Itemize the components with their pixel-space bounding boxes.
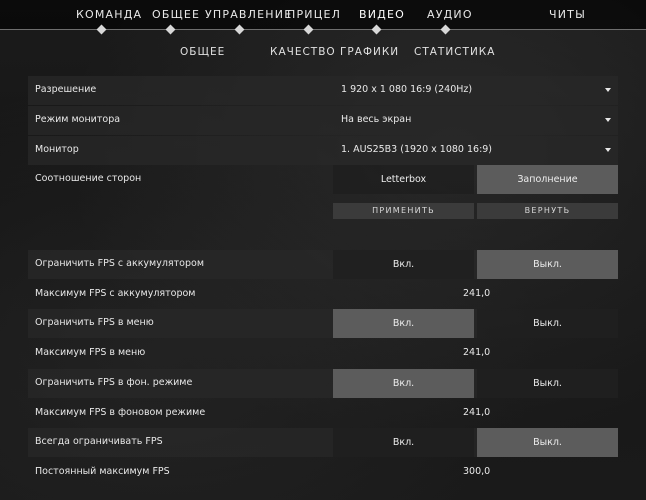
- fps-menu-limit-on[interactable]: Вкл.: [333, 309, 474, 338]
- fps-menu-max-row: Максимум FPS в меню 241,0: [28, 339, 618, 368]
- tab-general[interactable]: ОБЩЕЕ: [152, 8, 200, 21]
- fps-battery-max-row: Максимум FPS с аккумулятором 241,0: [28, 280, 618, 309]
- fps-bg-limit-label: Ограничить FPS в фон. режиме: [35, 377, 193, 388]
- chevron-down-icon: [605, 118, 611, 122]
- fps-always-max-label: Постоянный максимум FPS: [35, 466, 170, 477]
- monitor-row: Монитор 1. AUS25B3 (1920 x 1080 16:9): [28, 136, 618, 165]
- fps-battery-max-label: Максимум FPS с аккумулятором: [35, 288, 196, 299]
- revert-button[interactable]: ВЕРНУТЬ: [477, 203, 618, 219]
- tab-video[interactable]: ВИДЕО: [359, 8, 405, 21]
- resolution-value: 1 920 x 1 080 16:9 (240Hz): [341, 84, 473, 95]
- fps-always-limit-on[interactable]: Вкл.: [333, 428, 474, 457]
- fps-menu-max-label: Максимум FPS в меню: [35, 347, 146, 358]
- fps-menu-limit-row: Ограничить FPS в меню Вкл. Выкл.: [28, 309, 618, 338]
- fps-battery-limit-label: Ограничить FPS с аккумулятором: [35, 258, 204, 269]
- fps-bg-max-label: Максимум FPS в фоновом режиме: [35, 407, 206, 418]
- fps-always-limit-label: Всегда ограничивать FPS: [35, 436, 163, 447]
- chevron-down-icon: [605, 148, 611, 152]
- subtab-graphics-quality[interactable]: КАЧЕСТВО ГРАФИКИ: [270, 46, 399, 58]
- tab-crosshair[interactable]: ПРИЦЕЛ: [287, 8, 341, 21]
- fps-battery-max-value[interactable]: 241,0: [463, 288, 490, 299]
- subtab-general[interactable]: ОБЩЕЕ: [180, 46, 225, 58]
- monitor-mode-dropdown[interactable]: На весь экран: [334, 106, 618, 135]
- tab-cheats[interactable]: ЧИТЫ: [549, 8, 586, 21]
- aspect-fill-option[interactable]: Заполнение: [477, 165, 618, 194]
- fps-bg-limit-on[interactable]: Вкл.: [333, 369, 474, 398]
- aspect-ratio-row: Соотношение сторон Letterbox Заполнение: [28, 165, 618, 194]
- fps-battery-limit-on[interactable]: Вкл.: [333, 250, 474, 279]
- fps-bg-max-value[interactable]: 241,0: [463, 407, 490, 418]
- tab-team[interactable]: КОМАНДА: [76, 8, 142, 21]
- monitor-mode-value: На весь экран: [341, 114, 412, 125]
- monitor-dropdown[interactable]: 1. AUS25B3 (1920 x 1080 16:9): [334, 136, 618, 165]
- fps-always-max-value[interactable]: 300,0: [463, 466, 490, 477]
- fps-battery-limit-row: Ограничить FPS с аккумулятором Вкл. Выкл…: [28, 250, 618, 279]
- monitor-mode-label: Режим монитора: [35, 114, 121, 125]
- resolution-label: Разрешение: [35, 84, 97, 95]
- fps-always-limit-row: Всегда ограничивать FPS Вкл. Выкл.: [28, 428, 618, 457]
- fps-always-limit-off[interactable]: Выкл.: [477, 428, 618, 457]
- fps-menu-limit-label: Ограничить FPS в меню: [35, 317, 154, 328]
- monitor-value: 1. AUS25B3 (1920 x 1080 16:9): [341, 144, 493, 155]
- apply-button[interactable]: ПРИМЕНИТЬ: [333, 203, 474, 219]
- chevron-down-icon: [605, 88, 611, 92]
- top-nav: КОМАНДА ОБЩЕЕ УПРАВЛЕНИЕ ПРИЦЕЛ ВИДЕО АУ…: [0, 0, 646, 35]
- fps-bg-limit-off[interactable]: Выкл.: [477, 369, 618, 398]
- tab-audio[interactable]: АУДИО: [427, 8, 473, 21]
- aspect-letterbox-option[interactable]: Letterbox: [333, 165, 474, 194]
- tab-controls[interactable]: УПРАВЛЕНИЕ: [205, 8, 292, 21]
- resolution-dropdown[interactable]: 1 920 x 1 080 16:9 (240Hz): [334, 76, 618, 105]
- fps-bg-max-row: Максимум FPS в фоновом режиме 241,0: [28, 399, 618, 428]
- fps-menu-max-value[interactable]: 241,0: [463, 347, 490, 358]
- aspect-ratio-label: Соотношение сторон: [35, 173, 142, 184]
- fps-battery-limit-off[interactable]: Выкл.: [477, 250, 618, 279]
- fps-always-max-row: Постоянный максимум FPS 300,0: [28, 458, 618, 487]
- subtab-statistics[interactable]: СТАТИСТИКА: [414, 46, 495, 58]
- resolution-row: Разрешение 1 920 x 1 080 16:9 (240Hz): [28, 76, 618, 105]
- monitor-mode-row: Режим монитора На весь экран: [28, 106, 618, 135]
- monitor-label: Монитор: [35, 144, 79, 155]
- fps-menu-limit-off[interactable]: Выкл.: [477, 309, 618, 338]
- fps-bg-limit-row: Ограничить FPS в фон. режиме Вкл. Выкл.: [28, 369, 618, 398]
